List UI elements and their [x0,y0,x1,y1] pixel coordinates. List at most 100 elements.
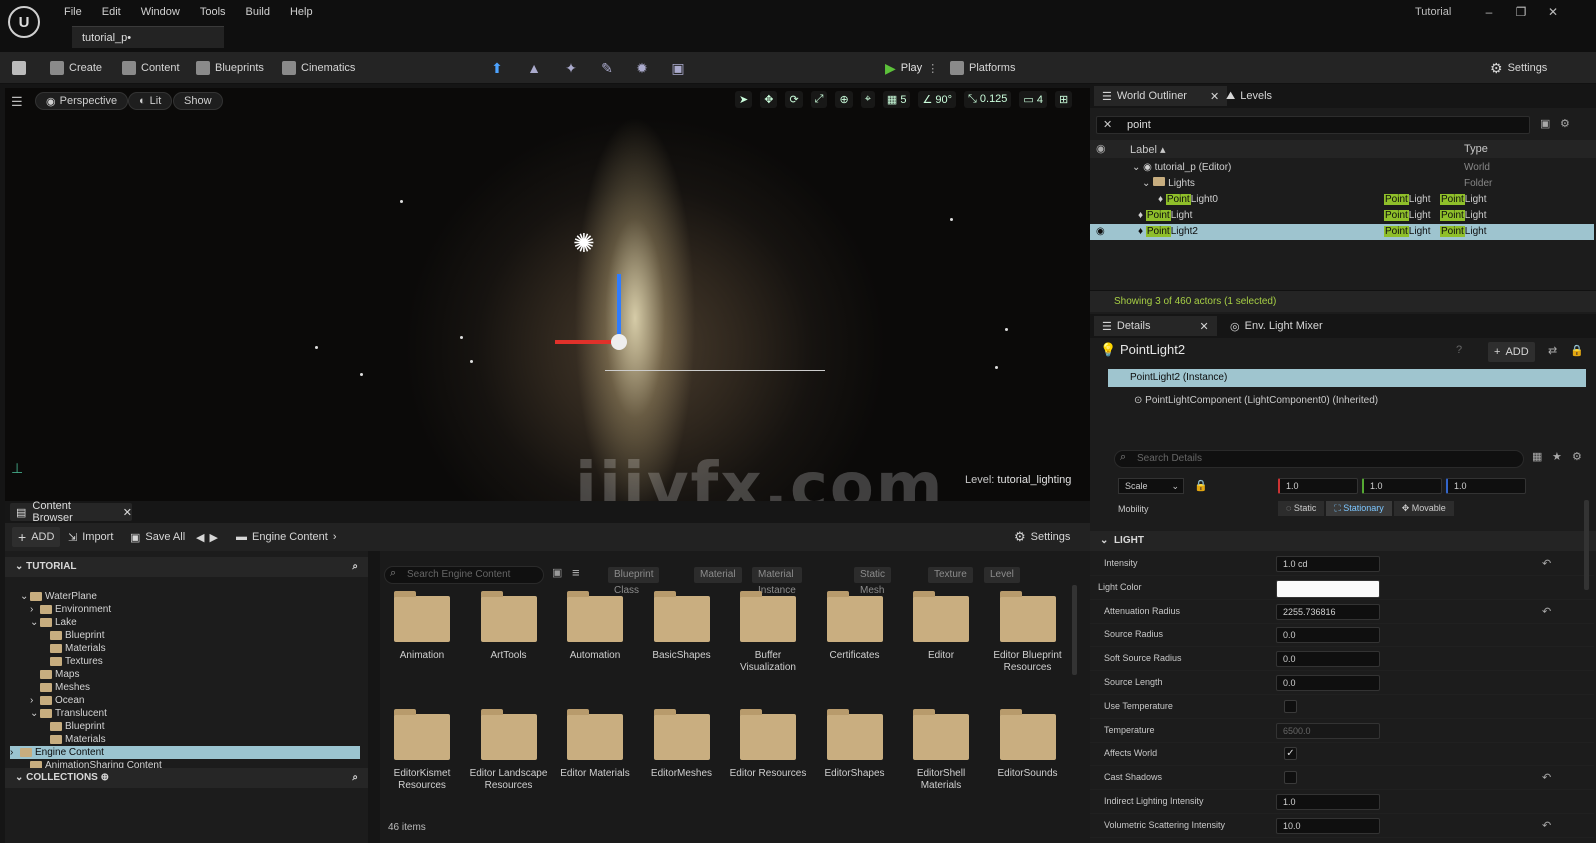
folder-item[interactable]: BasicShapes [642,591,722,662]
select-cursor-icon[interactable]: ➤ [735,91,753,108]
restore-icon[interactable]: ❐ [1506,4,1536,20]
favorite-icon[interactable]: ★ [1552,450,1562,463]
select-mode-icon[interactable]: ⬆ [486,57,508,79]
save-search-icon[interactable]: ▣ [552,566,562,579]
levels-tab[interactable]: ⛰ Levels [1226,86,1272,106]
cb-settings-button[interactable]: ⚙ Settings [1014,527,1070,547]
outliner-row-world[interactable]: ⌄ ◉ tutorial_p (Editor) World [1090,160,1594,176]
property-value[interactable]: 0.0 [1276,651,1380,668]
search-engine-content-input[interactable]: Search Engine Content [384,566,544,584]
point-light-icon[interactable]: ✺ [573,228,595,259]
mobility-static[interactable]: ◌ Static [1278,501,1325,516]
paint-mode-icon[interactable]: ✎ [596,57,618,79]
create-button[interactable]: Create [50,58,102,78]
perspective-button[interactable]: ◉ Perspective [35,92,129,110]
folder-item[interactable]: Editor Blueprint Resources [988,591,1068,674]
gear-icon[interactable]: ⚙ [1560,117,1570,130]
light-section-header[interactable]: ⌄ LIGHT [1090,531,1596,551]
rotate-icon[interactable]: ⟳ [785,91,803,108]
path-breadcrumb[interactable]: ▬ Engine Content › [236,527,337,547]
property-value[interactable] [1284,771,1297,785]
menu-file[interactable]: File [54,4,92,20]
filter-chip[interactable]: Material [694,567,742,583]
tree-item[interactable]: Meshes [10,681,360,694]
tree-item[interactable]: › Engine Content [10,746,360,759]
hamburger-menu-icon[interactable]: ☰ [11,94,23,110]
blueprint-icon[interactable]: ⇄ [1548,344,1557,357]
folder-item[interactable]: Automation [555,591,635,662]
close-tab-icon[interactable]: ✕ [1210,90,1219,103]
save-icon[interactable] [8,57,30,79]
expand-arrow-icon[interactable]: ⌄ [30,707,40,720]
scale-y-field[interactable]: 1.0 [1362,478,1442,494]
folder-item[interactable]: Editor [901,591,981,662]
outliner-search-field[interactable]: ✕ point [1096,116,1530,134]
outliner-row-pointlight[interactable]: ♦ PointLight2 PointLight PointLight ◉ [1090,224,1594,240]
folder-item[interactable]: EditorShell Materials [901,709,981,792]
menu-build[interactable]: Build [236,4,280,20]
filter-icon[interactable]: ≡ [572,565,580,580]
play-button[interactable]: ▶ Play ⋮ [885,58,938,78]
content-browser-tab[interactable]: ▤ Content Browser ✕ [10,500,132,524]
level-viewport[interactable]: ✺ ☰ ◉ Perspective ◐ Lit Show ➤ ✥ ⟳ ⤢ ⊕ ⌖ ▦… [5,88,1098,501]
property-value[interactable]: 0.0 [1276,627,1380,644]
outliner-row-pointlight[interactable]: ♦ PointLight PointLight PointLight [1090,208,1594,224]
tree-item[interactable]: › Ocean [10,694,360,707]
folder-item[interactable]: Editor Resources [728,709,808,780]
reset-to-default-icon[interactable]: ↶ [1542,605,1551,618]
folder-item[interactable]: Editor Landscape Resources [469,709,549,792]
grid-snap-button[interactable]: ▦ 5 [882,91,911,108]
filter-chip[interactable]: Texture [928,567,973,583]
save-all-button[interactable]: ▣ Save All [130,527,185,547]
surface-snap-icon[interactable]: ⌖ [860,91,875,108]
settings-button[interactable]: ⚙ Settings [1490,58,1547,78]
fracture-mode-icon[interactable]: ✹ [631,57,653,79]
tree-item[interactable]: ⌄ WaterPlane [10,590,360,603]
document-tab[interactable]: tutorial_p• [72,26,224,48]
reset-to-default-icon[interactable]: ↶ [1542,557,1551,570]
component-row[interactable]: ⊙ PointLightComponent (LightComponent0) … [1134,395,1378,406]
property-value[interactable] [1284,699,1297,713]
scale-x-field[interactable]: 1.0 [1278,478,1358,494]
table-view-icon[interactable]: ▦ [1532,450,1542,463]
details-tab[interactable]: ☰ Details ✕ [1094,316,1217,336]
lock-icon[interactable]: 🔒 [1570,344,1584,357]
instance-row[interactable]: PointLight2 (Instance) [1108,369,1586,387]
property-value[interactable]: 2255.736816 [1276,603,1380,620]
details-add-button[interactable]: + ADD [1488,342,1535,362]
close-tab-icon[interactable]: ✕ [1200,320,1209,333]
content-button[interactable]: Content [122,58,180,78]
property-value[interactable]: 10.0 [1276,817,1380,834]
import-button[interactable]: ⇲ Import [68,527,113,547]
world-outliner-tab[interactable]: ☰ World Outliner ✕ [1094,86,1228,106]
clear-search-icon[interactable]: ✕ [1103,118,1112,131]
tree-item[interactable]: ⌄ Translucent [10,707,360,720]
property-value[interactable] [1276,579,1380,598]
help-icon[interactable]: ? [1456,344,1462,356]
modeling-mode-icon[interactable]: ▣ [667,57,689,79]
cinematics-button[interactable]: Cinematics [282,58,355,78]
eye-icon[interactable]: ◉ [1096,142,1106,155]
menu-help[interactable]: Help [280,4,323,20]
outliner-row-pointlight[interactable]: ♦ PointLight0 PointLight PointLight [1090,192,1594,208]
show-button[interactable]: Show [173,92,223,110]
property-value[interactable]: 0.0 [1276,675,1380,691]
property-value[interactable]: ✓ [1284,747,1297,761]
expand-arrow-icon[interactable]: ⌄ [30,616,40,629]
details-scrollbar[interactable] [1584,500,1589,590]
reset-to-default-icon[interactable]: ↶ [1542,819,1551,832]
folder-item[interactable]: Certificates [815,591,895,662]
tree-item[interactable]: Textures [10,655,360,668]
close-icon[interactable]: ✕ [1538,4,1568,20]
platforms-button[interactable]: Platforms [950,58,1015,78]
gear-icon[interactable]: ⚙ [1572,450,1582,463]
filter-chip[interactable]: Material Instance [752,567,802,596]
add-folder-icon[interactable]: ▣ [1540,117,1550,130]
blueprints-button[interactable]: Blueprints [196,58,264,78]
mobility-stationary[interactable]: ⛶ Stationary [1326,501,1392,516]
tutorial-section-header[interactable]: ⌄ TUTORIAL ⌕ [5,557,368,577]
folder-item[interactable]: EditorSounds [988,709,1068,780]
env-light-mixer-tab[interactable]: ◎ Env. Light Mixer [1230,316,1323,336]
col-type[interactable]: Type [1464,143,1488,155]
filter-chip[interactable]: Blueprint Class [608,567,660,596]
